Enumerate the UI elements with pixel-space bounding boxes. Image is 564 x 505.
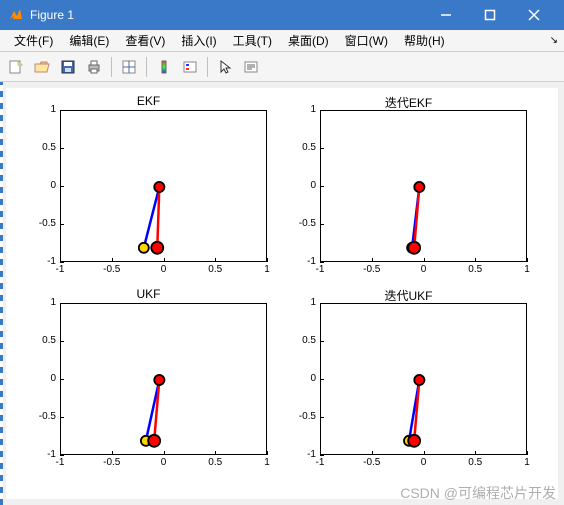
pointer-button[interactable] bbox=[213, 55, 237, 79]
xtick-label: -1 bbox=[310, 264, 330, 275]
subplot-top-left: EKF-1-0.500.51-1-0.500.51 bbox=[26, 110, 271, 280]
plot-svg bbox=[321, 304, 528, 456]
menu-tools[interactable]: 工具(T) bbox=[225, 30, 280, 51]
xtick-label: 0.5 bbox=[465, 457, 485, 468]
xtick-label: 1 bbox=[257, 457, 277, 468]
xtick-label: 1 bbox=[517, 264, 537, 275]
series-marker bbox=[414, 182, 424, 192]
xtick-label: 0 bbox=[154, 264, 174, 275]
xtick-label: 0 bbox=[414, 457, 434, 468]
axes-box[interactable] bbox=[320, 110, 527, 262]
xtick-label: -1 bbox=[50, 457, 70, 468]
series-marker bbox=[408, 242, 420, 254]
ytick-label: 0.5 bbox=[302, 335, 316, 346]
close-button[interactable] bbox=[512, 0, 556, 30]
toolbar-separator bbox=[146, 57, 147, 77]
save-button[interactable] bbox=[56, 55, 80, 79]
figure-canvas: EKF-1-0.500.51-1-0.500.51迭代EKF-1-0.500.5… bbox=[0, 82, 564, 505]
menu-help[interactable]: 帮助(H) bbox=[396, 30, 453, 51]
menu-window[interactable]: 窗口(W) bbox=[337, 30, 396, 51]
menu-edit[interactable]: 编辑(E) bbox=[61, 30, 117, 51]
ytick-label: 0 bbox=[310, 180, 316, 191]
xtick-label: 0.5 bbox=[205, 264, 225, 275]
xtick-label: -1 bbox=[310, 457, 330, 468]
subplot-title: EKF bbox=[26, 94, 271, 108]
left-edge-decor bbox=[0, 82, 3, 505]
ytick-label: 0 bbox=[310, 373, 316, 384]
ytick-label: 0 bbox=[50, 373, 56, 384]
xtick-label: 0.5 bbox=[205, 457, 225, 468]
ytick-label: -0.5 bbox=[299, 218, 316, 229]
menubar: 文件(F) 编辑(E) 查看(V) 插入(I) 工具(T) 桌面(D) 窗口(W… bbox=[0, 30, 564, 52]
ytick-label: -0.5 bbox=[39, 411, 56, 422]
series-marker bbox=[154, 182, 164, 192]
series-marker bbox=[414, 375, 424, 385]
minimize-button[interactable] bbox=[424, 0, 468, 30]
subplot-bottom-left: UKF-1-0.500.51-1-0.500.51 bbox=[26, 303, 271, 473]
insert-legend-button[interactable] bbox=[178, 55, 202, 79]
menu-view[interactable]: 查看(V) bbox=[117, 30, 173, 51]
subplot-title: 迭代EKF bbox=[286, 94, 531, 111]
ytick-label: -0.5 bbox=[39, 218, 56, 229]
plot-svg bbox=[321, 111, 528, 263]
series-marker bbox=[148, 435, 160, 447]
insert-colorbar-button[interactable] bbox=[152, 55, 176, 79]
xtick-label: -0.5 bbox=[102, 457, 122, 468]
subplot-bottom-right: 迭代UKF-1-0.500.51-1-0.500.51 bbox=[286, 303, 531, 473]
axes-box[interactable] bbox=[320, 303, 527, 455]
xtick-label: 0 bbox=[414, 264, 434, 275]
ytick-label: 1 bbox=[310, 104, 316, 115]
menu-file[interactable]: 文件(F) bbox=[6, 30, 61, 51]
toolbar bbox=[0, 52, 564, 82]
ytick-label: -0.5 bbox=[299, 411, 316, 422]
subplot-title: 迭代UKF bbox=[286, 287, 531, 304]
toolbar-separator bbox=[207, 57, 208, 77]
open-button[interactable] bbox=[30, 55, 54, 79]
series-marker bbox=[154, 375, 164, 385]
xtick-label: 0.5 bbox=[465, 264, 485, 275]
xtick-label: -0.5 bbox=[362, 264, 382, 275]
axes-box[interactable] bbox=[60, 303, 267, 455]
window-title: Figure 1 bbox=[30, 8, 424, 22]
subplot-top-right: 迭代EKF-1-0.500.51-1-0.500.51 bbox=[286, 110, 531, 280]
maximize-button[interactable] bbox=[468, 0, 512, 30]
xtick-label: -0.5 bbox=[362, 457, 382, 468]
dock-arrow-icon[interactable]: ↘ bbox=[550, 35, 558, 46]
ytick-label: 1 bbox=[50, 104, 56, 115]
xtick-label: 1 bbox=[257, 264, 277, 275]
new-figure-button[interactable] bbox=[4, 55, 28, 79]
menu-desktop[interactable]: 桌面(D) bbox=[280, 30, 337, 51]
xtick-label: -0.5 bbox=[102, 264, 122, 275]
xtick-label: 0 bbox=[154, 457, 174, 468]
plot-svg bbox=[61, 304, 268, 456]
plot-svg bbox=[61, 111, 268, 263]
menu-insert[interactable]: 插入(I) bbox=[173, 30, 224, 51]
ytick-label: 1 bbox=[50, 297, 56, 308]
axes-box[interactable] bbox=[60, 110, 267, 262]
ytick-label: 0.5 bbox=[302, 142, 316, 153]
xtick-label: -1 bbox=[50, 264, 70, 275]
ytick-label: 0 bbox=[50, 180, 56, 191]
series-marker bbox=[151, 242, 163, 254]
series-marker bbox=[139, 243, 149, 253]
titlebar: Figure 1 bbox=[0, 0, 564, 30]
series-marker bbox=[408, 435, 420, 447]
window-buttons bbox=[424, 0, 556, 30]
toolbar-separator bbox=[111, 57, 112, 77]
xtick-label: 1 bbox=[517, 457, 537, 468]
edit-plot-button[interactable] bbox=[239, 55, 263, 79]
matlab-logo-icon bbox=[8, 7, 24, 23]
ytick-label: 1 bbox=[310, 297, 316, 308]
ytick-label: 0.5 bbox=[42, 335, 56, 346]
datacursor-button[interactable] bbox=[117, 55, 141, 79]
ytick-label: 0.5 bbox=[42, 142, 56, 153]
subplot-title: UKF bbox=[26, 287, 271, 301]
print-button[interactable] bbox=[82, 55, 106, 79]
